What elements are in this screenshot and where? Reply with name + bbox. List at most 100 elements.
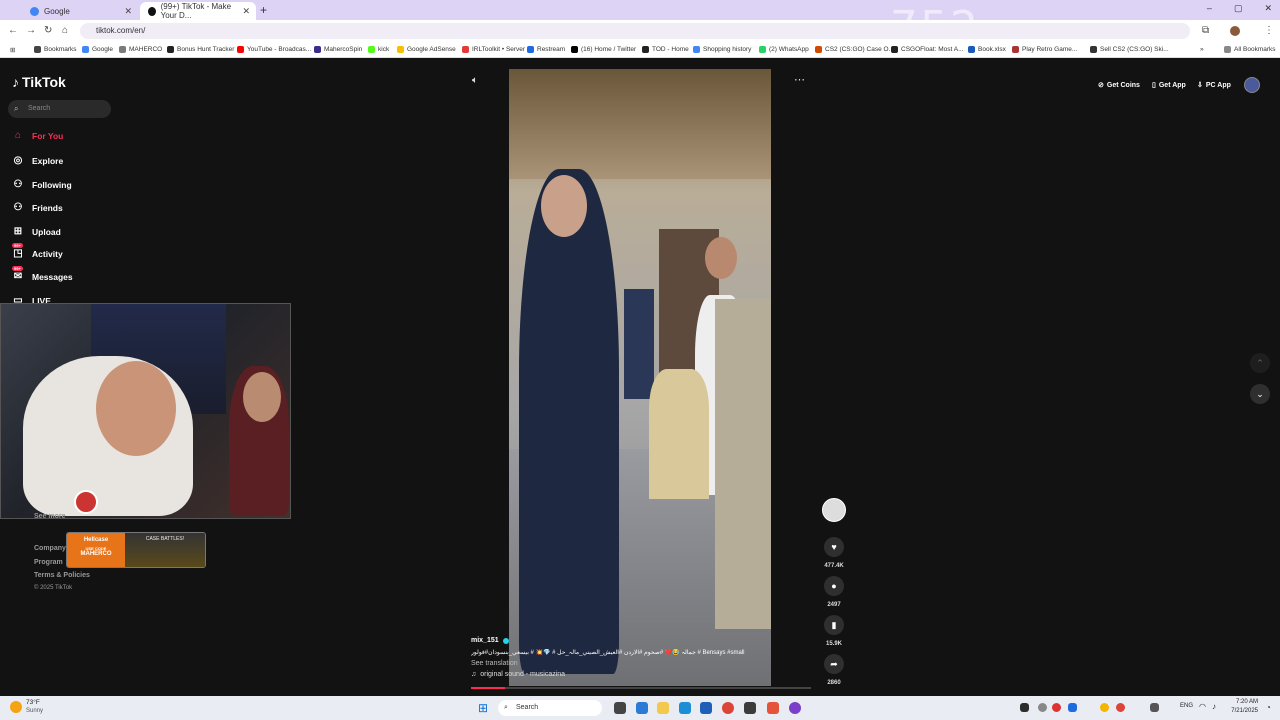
chrome-icon[interactable] (722, 702, 734, 714)
volume-icon[interactable]: 🔈︎ (472, 75, 478, 86)
wifi-icon[interactable]: ◠ (1199, 702, 1206, 711)
tray-icon[interactable] (1150, 703, 1159, 712)
footer-link-program[interactable]: Program (34, 559, 63, 566)
task-view-icon[interactable] (614, 702, 626, 714)
get-app-button[interactable]: ▯ Get App (1152, 77, 1186, 93)
bookmark-item[interactable]: Bookmarks (34, 46, 77, 53)
bookmark-item[interactable]: CSGOFloat: Most A... (891, 46, 964, 53)
sidebar-item-messages[interactable]: ✉ 99+ Messages (12, 266, 73, 282)
video-username[interactable]: mix_151 (471, 637, 509, 644)
clock-date: 7/21/2025 (1231, 708, 1258, 714)
tab-google[interactable]: Google ✕ (22, 2, 138, 20)
bookmark-item[interactable]: Book.xlsx (968, 46, 1006, 53)
bookmark-item[interactable]: Bonus Hunt Tracker (167, 46, 234, 53)
tray-icon[interactable] (1100, 703, 1109, 712)
sidebar-item-explore[interactable]: ◎ Explore (12, 155, 64, 166)
browser-tab-bar: Google ✕ (99+) TikTok - Make Your D... ✕… (0, 0, 1280, 53)
share-button[interactable]: ➦ (824, 654, 844, 674)
more-options-icon[interactable]: ⋯ (794, 73, 805, 86)
activity-glyph: ◳ (13, 248, 23, 259)
clock-time[interactable]: 7:20 AM (1232, 699, 1258, 705)
bookmark-item[interactable]: Google AdSense (397, 46, 456, 53)
sidebar-item-following[interactable]: ⚇ Following (12, 179, 72, 190)
close-tab-icon[interactable]: ✕ (124, 6, 132, 17)
all-bookmarks[interactable]: All Bookmarks (1224, 46, 1276, 53)
language-indicator[interactable]: ENG (1180, 703, 1193, 709)
store-icon[interactable] (700, 702, 712, 714)
creator-avatar[interactable] (822, 498, 846, 522)
next-video-button[interactable]: ⌄ (1250, 384, 1270, 404)
maximize-button[interactable]: ▢ (1234, 3, 1243, 14)
minimize-button[interactable]: – (1207, 3, 1212, 14)
bookmark-item[interactable]: Shopping history (693, 46, 751, 53)
like-button[interactable]: ♥ (824, 537, 844, 557)
sidebar-item-friends[interactable]: ⚇ Friends (12, 202, 63, 213)
taskbar-search[interactable]: ⌕ Search (498, 700, 602, 716)
previous-video-button[interactable]: ⌃ (1250, 353, 1270, 373)
sidebar-item-for-you[interactable]: ⌂ For You (12, 130, 63, 141)
video-sound[interactable]: ♫ original sound - musicazina (471, 671, 565, 678)
forward-button[interactable]: → (26, 25, 36, 36)
bookmark-item[interactable]: Restream (527, 46, 565, 53)
bookmark-item[interactable]: CS2 (CS:GO) Case O... (815, 46, 894, 53)
tray-icon[interactable] (1038, 703, 1047, 712)
edge-icon[interactable] (679, 702, 691, 714)
user-avatar[interactable] (1244, 77, 1260, 93)
bookmarks-overflow-icon[interactable]: » (1200, 46, 1204, 53)
hellcase-ad-banner[interactable]: Hellcase USE CODE MAHERCO CASE BATTLES! (66, 532, 206, 568)
bookmark-item[interactable]: Sell CS2 (CS:GO) Ski... (1090, 46, 1169, 53)
windows-start-icon[interactable]: ⊞ (478, 701, 492, 715)
bookmark-item[interactable]: MAHERCO (119, 46, 162, 53)
weather-temp[interactable]: 73°F (26, 699, 40, 706)
widgets-icon[interactable] (636, 702, 648, 714)
extensions-icon[interactable]: ⧉ (1202, 25, 1209, 36)
tray-icon[interactable] (1052, 703, 1061, 712)
search-input[interactable]: ⌕ Search (8, 100, 111, 118)
tray-icon[interactable] (1020, 703, 1029, 712)
footer-link-terms[interactable]: Terms & Policies (34, 572, 90, 579)
bookmark-item[interactable]: (16) Home / Twitter (571, 46, 636, 53)
file-explorer-icon[interactable] (657, 702, 669, 714)
reload-button[interactable]: ↻ (44, 25, 52, 36)
sidebar-item-upload[interactable]: ⊞ Upload (12, 226, 61, 237)
bookmark-item[interactable]: YouTube - Broadcas... (237, 46, 311, 53)
pc-app-button[interactable]: ⇩ PC App (1197, 77, 1231, 93)
notification-icon[interactable]: ◔ (1266, 703, 1271, 712)
menu-icon[interactable]: ⋮ (1264, 25, 1274, 36)
bookmark-item[interactable]: Google (82, 46, 113, 53)
bookmark-icon (119, 46, 126, 53)
bookmark-item[interactable]: (2) WhatsApp (759, 46, 809, 53)
apps-icon[interactable]: ⊞ (10, 46, 15, 54)
volume-icon[interactable]: ♪ (1212, 702, 1216, 711)
see-more-link[interactable]: See more (34, 513, 66, 520)
close-window-button[interactable]: ✕ (1264, 3, 1272, 14)
tab-tiktok[interactable]: (99+) TikTok - Make Your D... ✕ (140, 2, 256, 20)
obs-icon[interactable] (744, 702, 756, 714)
sidebar-item-label: Upload (32, 226, 61, 237)
see-translation-link[interactable]: See translation (471, 660, 518, 667)
get-coins-button[interactable]: ⊘ Get Coins (1098, 77, 1140, 93)
bluetooth-icon[interactable] (1068, 703, 1077, 712)
profile-avatar[interactable] (1230, 26, 1240, 36)
video-player[interactable] (509, 69, 771, 686)
close-tab-icon[interactable]: ✕ (242, 6, 250, 17)
bookmark-item[interactable]: TOD - Home (642, 46, 689, 53)
bookmark-item[interactable]: IRLToolkit • Server (462, 46, 525, 53)
tray-icon[interactable] (1116, 703, 1125, 712)
activity-icon: ◳ 99+ (12, 243, 24, 259)
bookmark-item[interactable]: kick (368, 46, 389, 53)
save-button[interactable]: ▮ (824, 615, 844, 635)
discord-icon[interactable] (789, 702, 801, 714)
footer-link-company[interactable]: Company (34, 545, 66, 552)
tiktok-logo[interactable]: ♪ TikTok (12, 74, 66, 90)
sidebar-item-activity[interactable]: ◳ 99+ Activity (12, 243, 63, 259)
bookmark-item[interactable]: Play Retro Game... (1012, 46, 1077, 53)
url-input[interactable]: tiktok.com/en/ (80, 23, 1190, 39)
app-icon[interactable] (767, 702, 779, 714)
home-button[interactable]: ⌂ (62, 25, 68, 36)
video-progress-bar[interactable] (471, 687, 811, 689)
comment-button[interactable]: ● (824, 576, 844, 596)
new-tab-button[interactable]: + (260, 3, 267, 17)
back-button[interactable]: ← (8, 25, 18, 36)
bookmark-item[interactable]: MahercoSpin (314, 46, 362, 53)
